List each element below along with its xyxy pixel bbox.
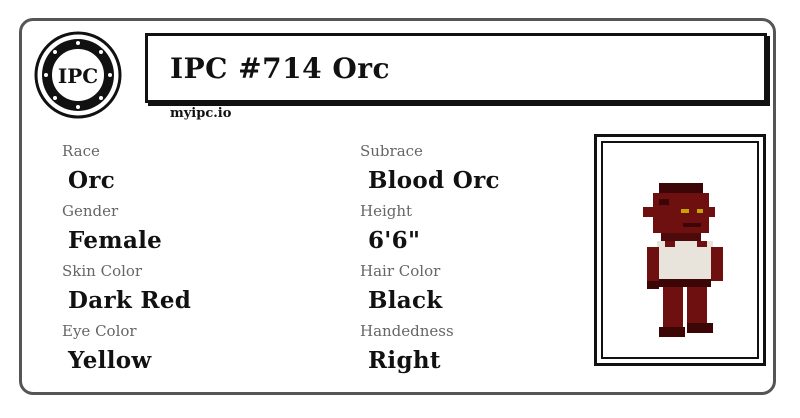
eye-color-label: Eye Color [62,322,137,340]
character-portrait [601,141,759,359]
eye-color-value: Yellow [68,347,152,374]
height-value: 6'6" [368,227,421,254]
ipc-seal-logo: IPC [34,31,122,119]
portrait-frame [594,134,766,366]
handedness-label: Handedness [360,322,454,340]
page-title: IPC #714 Orc [170,52,391,85]
skin-color-value: Dark Red [68,287,192,314]
handedness-value: Right [368,347,441,374]
gender-value: Female [68,227,163,254]
race-label: Race [62,142,100,160]
subrace-value: Blood Orc [368,167,500,194]
site-link[interactable]: myipc.io [170,106,231,121]
hair-color-value: Black [368,287,443,314]
title-box: IPC #714 Orc [145,33,767,103]
gender-label: Gender [62,202,119,220]
subrace-label: Subrace [360,142,423,160]
hair-color-label: Hair Color [360,262,441,280]
seal-text: IPC [58,64,98,88]
race-value: Orc [68,167,116,194]
skin-color-label: Skin Color [62,262,143,280]
height-label: Height [360,202,413,220]
